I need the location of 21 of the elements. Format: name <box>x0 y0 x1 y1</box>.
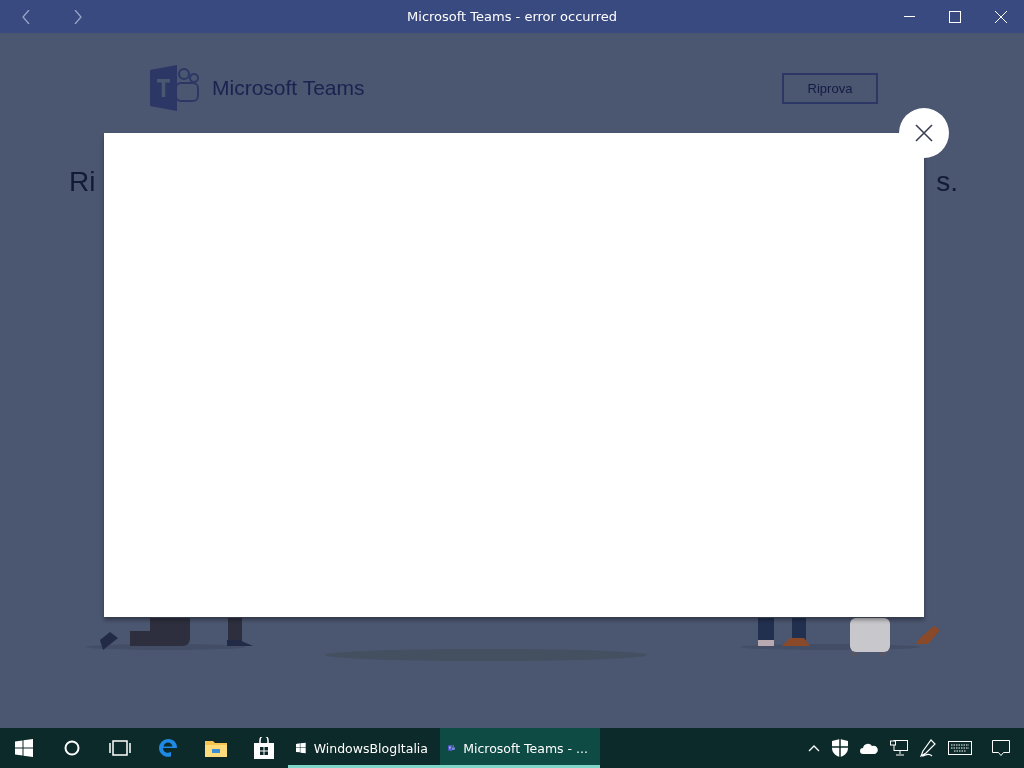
close-icon <box>915 124 933 142</box>
windows-logo-icon[interactable] <box>15 739 33 757</box>
heading-text: s. <box>936 166 958 198</box>
cloud-icon[interactable] <box>860 742 878 754</box>
forward-icon[interactable] <box>74 9 82 24</box>
maximize-icon <box>949 10 961 23</box>
task-view-icon[interactable] <box>109 740 131 756</box>
close-icon <box>995 10 1007 23</box>
pen-icon[interactable] <box>920 739 936 757</box>
notification-icon[interactable] <box>992 739 1010 757</box>
teams-logo-icon <box>150 65 200 111</box>
minimize-icon <box>903 15 915 18</box>
back-icon[interactable] <box>22 9 30 24</box>
chevron-up-icon[interactable] <box>808 744 820 752</box>
window-title: Microsoft Teams - error occurred <box>407 9 617 24</box>
shield-icon[interactable] <box>832 739 848 757</box>
network-icon[interactable] <box>890 740 908 756</box>
circle-icon[interactable] <box>64 740 80 756</box>
taskbar-app[interactable]: Microsoft Teams - ... <box>440 728 600 768</box>
keyboard-icon[interactable] <box>948 741 972 755</box>
heading-text: Ri <box>69 166 96 198</box>
